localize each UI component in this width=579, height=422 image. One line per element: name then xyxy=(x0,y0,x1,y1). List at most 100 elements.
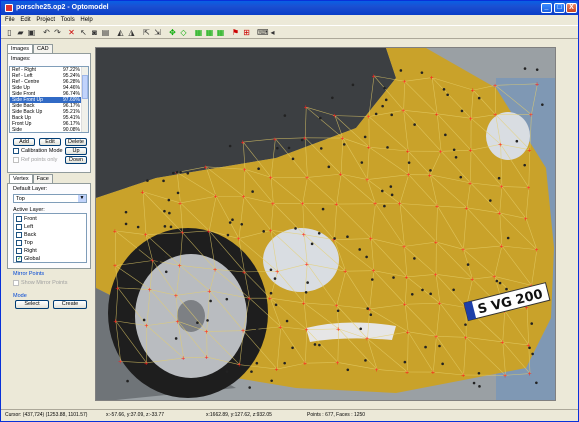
mesh-point[interactable]: + xyxy=(204,329,208,336)
pointer-icon[interactable]: ↖ xyxy=(79,28,88,37)
menu-project[interactable]: Project xyxy=(36,15,55,25)
save-icon[interactable]: ▣ xyxy=(27,28,36,37)
mesh-point[interactable]: + xyxy=(175,319,179,326)
move-icon[interactable]: ✥ xyxy=(168,28,177,37)
export-icon[interactable]: ⇱ xyxy=(142,28,151,37)
add-image-button[interactable]: Add xyxy=(13,138,35,146)
speaker-icon[interactable]: ◂ xyxy=(268,28,277,37)
mesh-point[interactable]: + xyxy=(397,201,401,208)
mesh-point[interactable]: + xyxy=(534,247,538,254)
mesh-point[interactable]: + xyxy=(148,287,152,294)
mesh-point[interactable]: + xyxy=(367,145,371,152)
layer-checkbox[interactable] xyxy=(16,248,22,254)
mesh-point[interactable]: + xyxy=(529,112,533,119)
redo-icon[interactable]: ↷ xyxy=(53,28,62,37)
mesh-point[interactable]: + xyxy=(461,247,465,254)
mesh-point[interactable]: + xyxy=(528,371,532,378)
layer-checkbox[interactable] xyxy=(16,232,22,238)
list-item[interactable]: Side 90.08% xyxy=(10,127,81,132)
mesh-point[interactable]: + xyxy=(366,114,370,121)
mesh-point[interactable]: + xyxy=(113,228,117,235)
mesh-point[interactable]: + xyxy=(434,240,438,247)
mesh-point[interactable]: + xyxy=(435,111,439,118)
delete-image-button[interactable]: Delete xyxy=(65,138,87,146)
images-scrollbar[interactable] xyxy=(81,67,88,132)
mesh-point[interactable]: + xyxy=(334,202,338,209)
images-list[interactable]: Ref - Right 97.22% Ref - Left 95.24% Ref - C… xyxy=(9,66,89,133)
mesh-point[interactable]: + xyxy=(335,360,339,367)
mesh-point[interactable]: + xyxy=(302,300,306,307)
mesh-point[interactable]: + xyxy=(430,75,434,82)
flag-icon[interactable]: ⚑ xyxy=(231,28,240,37)
mesh-point[interactable]: + xyxy=(402,244,406,251)
maximize-button[interactable]: □ xyxy=(554,3,565,13)
mesh-point[interactable]: + xyxy=(278,324,282,331)
create-mode-button[interactable]: Create xyxy=(53,300,87,309)
mesh-point[interactable]: + xyxy=(431,370,435,377)
layer-checkbox[interactable] xyxy=(16,216,22,222)
tab-face[interactable]: Face xyxy=(32,174,53,183)
mesh-point[interactable]: + xyxy=(247,296,251,303)
menu-help[interactable]: Help xyxy=(80,15,92,25)
mesh-point[interactable]: + xyxy=(406,149,410,156)
mesh-point[interactable]: + xyxy=(332,113,336,120)
mesh-point[interactable]: + xyxy=(437,301,441,308)
mesh-point[interactable]: + xyxy=(468,148,472,155)
mesh-point[interactable]: + xyxy=(242,269,246,276)
mesh-point[interactable]: + xyxy=(336,326,340,333)
mesh-point[interactable]: + xyxy=(237,362,241,369)
mesh-point[interactable]: + xyxy=(273,136,277,143)
new-file-icon[interactable]: ▯ xyxy=(5,28,14,37)
default-layer-select[interactable]: Top ▼ xyxy=(13,194,87,203)
mesh-point[interactable]: + xyxy=(113,263,117,270)
mesh-edit-icon[interactable]: ◮ xyxy=(127,28,136,37)
select-mode-button[interactable]: Select xyxy=(15,300,49,309)
tab-vertex[interactable]: Vertex xyxy=(9,174,33,183)
mesh-point[interactable]: + xyxy=(343,269,347,276)
tab-images[interactable]: Images xyxy=(7,44,34,53)
mesh-point[interactable]: + xyxy=(214,194,218,201)
mesh-point[interactable]: + xyxy=(207,288,211,295)
mesh-point[interactable]: + xyxy=(535,81,539,88)
menu-tools[interactable]: Tools xyxy=(61,15,75,25)
mesh-point[interactable]: + xyxy=(236,236,240,243)
tab-cad[interactable]: CAD xyxy=(33,44,53,53)
mesh-point[interactable]: + xyxy=(468,180,472,187)
mesh-point[interactable]: + xyxy=(334,303,338,310)
mesh-point[interactable]: + xyxy=(304,105,308,112)
mesh-point[interactable]: + xyxy=(493,112,497,119)
mesh-point[interactable]: + xyxy=(271,201,275,208)
mesh-point[interactable]: + xyxy=(499,243,503,250)
mesh-point[interactable]: + xyxy=(241,194,245,201)
mesh-point[interactable]: + xyxy=(373,201,377,208)
mesh-point[interactable]: + xyxy=(435,204,439,211)
mesh-point[interactable]: + xyxy=(402,79,406,86)
mesh-point[interactable]: + xyxy=(500,339,504,346)
mesh-point[interactable]: + xyxy=(144,360,148,367)
mesh-point[interactable]: + xyxy=(375,367,379,374)
edit-image-button[interactable]: Edit xyxy=(39,138,61,146)
view-side-icon[interactable]: ▦ xyxy=(205,28,214,37)
mesh-point[interactable]: + xyxy=(300,201,304,208)
view-top-icon[interactable]: ▦ xyxy=(216,28,225,37)
mesh-point[interactable]: + xyxy=(180,230,184,237)
vertex-icon[interactable]: ◇ xyxy=(179,28,188,37)
mesh-point[interactable]: + xyxy=(181,355,185,362)
mesh-point[interactable]: + xyxy=(371,268,375,275)
mesh-icon[interactable]: ◭ xyxy=(116,28,125,37)
mesh-point[interactable]: + xyxy=(241,140,245,147)
car-photo-with-mesh[interactable]: + + + + + + + + + + + + + + + + + + + + + + + + + + + + + + + + + + + + + + + +… xyxy=(96,48,556,401)
mesh-point[interactable]: + xyxy=(144,232,148,239)
minimize-button[interactable]: _ xyxy=(541,3,552,13)
mesh-point[interactable]: + xyxy=(406,172,410,179)
mesh-point[interactable]: + xyxy=(174,293,178,300)
chevron-down-icon[interactable]: ▼ xyxy=(78,195,86,202)
mesh-point[interactable]: + xyxy=(526,185,530,192)
calibration-mode-checkbox[interactable] xyxy=(13,148,19,154)
title-bar[interactable]: porsche25.op2 - Optomodel _ □ X xyxy=(1,1,578,15)
mesh-point[interactable]: + xyxy=(527,147,531,154)
mesh-point[interactable]: + xyxy=(497,210,501,217)
mesh-point[interactable]: + xyxy=(406,329,410,336)
mesh-point[interactable]: + xyxy=(434,334,438,341)
mesh-point[interactable]: + xyxy=(339,172,343,179)
